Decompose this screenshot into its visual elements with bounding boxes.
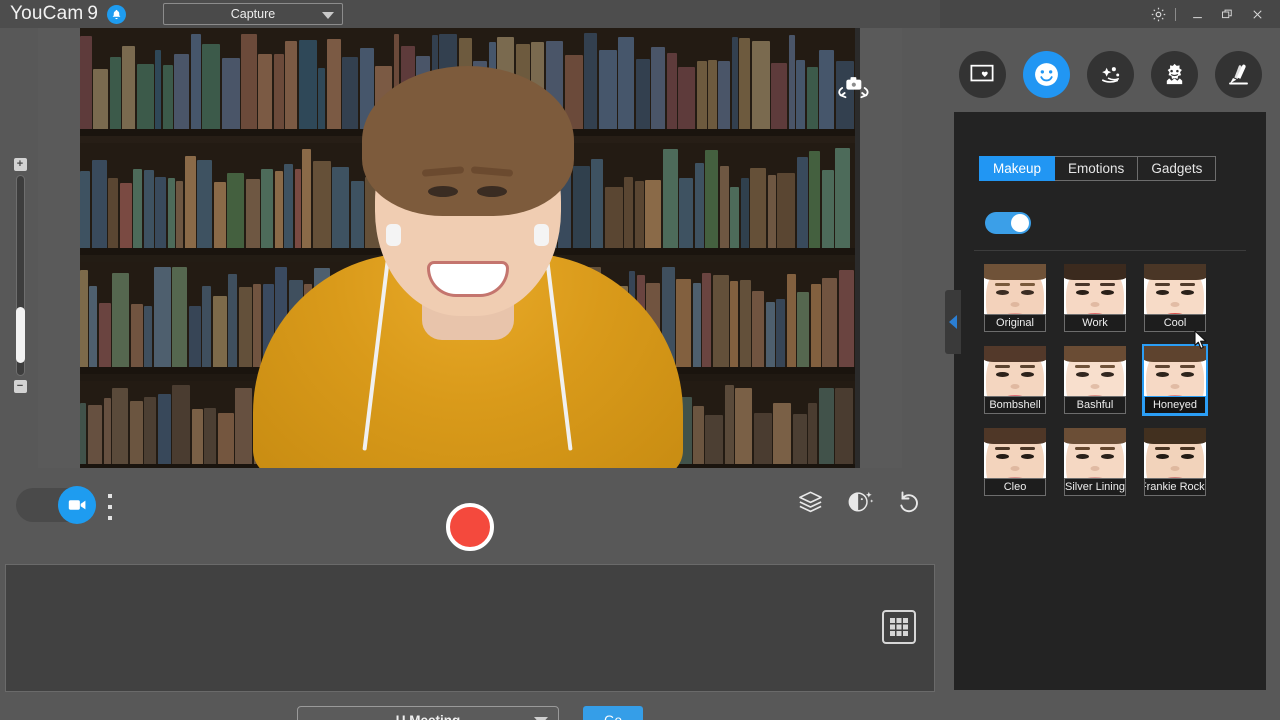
restore-button[interactable] bbox=[1212, 0, 1242, 28]
effects-panel: Makeup Emotions Gadgets Original Work Cool… bbox=[940, 28, 1280, 720]
chevron-down-icon bbox=[322, 12, 334, 19]
target-app-dropdown[interactable]: U Meeting bbox=[297, 706, 559, 720]
zoom-slider[interactable]: + − bbox=[10, 158, 30, 393]
tab-gadgets[interactable]: Gadgets bbox=[1138, 156, 1216, 181]
beautify-face-icon[interactable] bbox=[846, 488, 874, 514]
makeup-preset-honeyed[interactable]: Honeyed bbox=[1142, 344, 1208, 416]
toolbar-divider bbox=[1175, 8, 1176, 21]
launch-bar: U Meeting Go bbox=[0, 692, 940, 720]
main-area: + − bbox=[0, 28, 940, 720]
preset-label: Frankie Rocks bbox=[1144, 478, 1206, 496]
category-icon-row bbox=[940, 46, 1280, 102]
panel-divider bbox=[974, 250, 1246, 251]
brand-version: 9 bbox=[87, 3, 98, 25]
capture-mode-label: Capture bbox=[231, 7, 275, 21]
toggle-knob bbox=[1011, 214, 1029, 232]
preset-label: Honeyed bbox=[1144, 396, 1206, 414]
makeup-preset-silver-lining[interactable]: Silver Lining bbox=[1062, 426, 1128, 498]
effects-tabs: Makeup Emotions Gadgets bbox=[979, 156, 1216, 181]
stage-letterbox-left bbox=[38, 28, 80, 468]
makeup-preset-bombshell[interactable]: Bombshell bbox=[982, 344, 1048, 416]
effects-panel-body: Makeup Emotions Gadgets Original Work Cool… bbox=[954, 112, 1266, 690]
preset-label: Bombshell bbox=[984, 396, 1046, 414]
preset-label: Bashful bbox=[1064, 396, 1126, 414]
three-dots-vertical-icon[interactable] bbox=[108, 494, 112, 520]
media-gallery-strip[interactable] bbox=[5, 564, 935, 692]
preset-label: Cleo bbox=[984, 478, 1046, 496]
avatar-mask-icon[interactable] bbox=[1151, 51, 1198, 98]
go-button[interactable]: Go bbox=[583, 706, 643, 720]
rotate-camera-icon[interactable] bbox=[830, 68, 876, 108]
collapse-panel-arrow-icon[interactable] bbox=[945, 290, 961, 354]
record-button[interactable] bbox=[446, 503, 494, 551]
title-bar: YouCam 9 Capture bbox=[0, 0, 1280, 28]
app-logo: YouCam 9 bbox=[10, 3, 98, 25]
video-camera-icon[interactable] bbox=[58, 486, 96, 524]
makeup-preset-grid: Original Work Cool Bombshell Bashful Honeyed C… bbox=[982, 262, 1244, 498]
window-controls bbox=[940, 0, 1280, 28]
makeup-preset-bashful[interactable]: Bashful bbox=[1062, 344, 1128, 416]
frames-effects-icon[interactable] bbox=[959, 51, 1006, 98]
preset-label: Original bbox=[984, 314, 1046, 332]
person-subject bbox=[80, 28, 855, 468]
face-beauty-icon[interactable] bbox=[1023, 51, 1070, 98]
notification-bell-icon[interactable] bbox=[107, 5, 126, 24]
tab-makeup[interactable]: Makeup bbox=[979, 156, 1055, 181]
effect-enable-toggle[interactable] bbox=[985, 212, 1031, 234]
zoom-slider-track[interactable] bbox=[16, 175, 25, 376]
video-preview[interactable] bbox=[38, 28, 902, 468]
webcam-feed bbox=[80, 28, 855, 468]
camera-toggle[interactable] bbox=[16, 488, 94, 522]
brand-name: YouCam bbox=[10, 3, 83, 25]
youcam-window: YouCam 9 Capture bbox=[0, 0, 1280, 720]
preset-label: Work bbox=[1064, 314, 1126, 332]
tab-emotions[interactable]: Emotions bbox=[1055, 156, 1138, 181]
preset-label: Cool bbox=[1144, 314, 1206, 332]
settings-gear-button[interactable] bbox=[1143, 0, 1173, 28]
layers-icon[interactable] bbox=[797, 489, 824, 513]
makeup-preset-cool[interactable]: Cool bbox=[1142, 262, 1208, 334]
makeup-preset-cleo[interactable]: Cleo bbox=[982, 426, 1048, 498]
minimize-button[interactable] bbox=[1182, 0, 1212, 28]
zoom-in-button[interactable]: + bbox=[14, 158, 27, 171]
title-bar-left: YouCam 9 Capture bbox=[0, 0, 940, 28]
capture-mode-dropdown[interactable]: Capture bbox=[163, 3, 343, 25]
preset-label: Silver Lining bbox=[1064, 478, 1126, 496]
makeup-preset-work[interactable]: Work bbox=[1062, 262, 1128, 334]
effect-tools bbox=[797, 488, 922, 514]
zoom-out-button[interactable]: − bbox=[14, 380, 27, 393]
makeup-preset-original[interactable]: Original bbox=[982, 262, 1048, 334]
target-app-label: U Meeting bbox=[396, 713, 461, 720]
grid-view-icon[interactable] bbox=[882, 610, 916, 644]
close-button[interactable] bbox=[1242, 0, 1272, 28]
makeup-preset-frankie-rocks[interactable]: Frankie Rocks bbox=[1142, 426, 1208, 498]
zoom-slider-thumb[interactable] bbox=[16, 307, 25, 363]
drawing-tools-icon[interactable] bbox=[1215, 51, 1262, 98]
undo-reset-icon[interactable] bbox=[896, 489, 922, 513]
particles-icon[interactable] bbox=[1087, 51, 1134, 98]
